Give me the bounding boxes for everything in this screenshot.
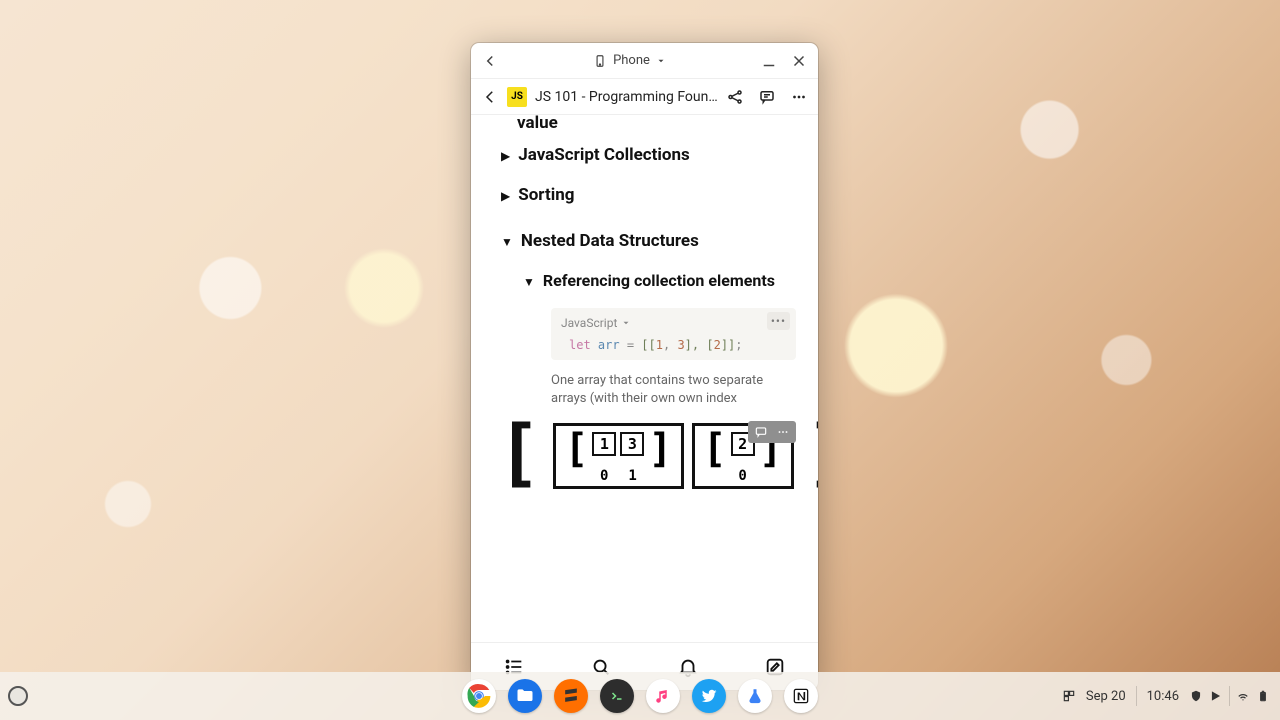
inner-array-1: [ 1 3 ] 0 1: [553, 423, 683, 489]
diagram-block[interactable]: [ [ 1 3 ]: [551, 423, 796, 489]
heading-refcoll: Referencing collection elements: [543, 271, 775, 290]
code-language-picker[interactable]: JavaScript: [561, 316, 786, 330]
share-button[interactable]: [726, 88, 744, 106]
battery-icon: [1256, 689, 1270, 703]
page-title[interactable]: JS 101 - Programming Foun…: [535, 89, 718, 105]
diagram-cell: 3: [620, 432, 644, 456]
shelf-pinned-apps: [462, 679, 818, 713]
app-chrome[interactable]: [462, 679, 496, 713]
app-files[interactable]: [508, 679, 542, 713]
page-icon: JS: [507, 87, 527, 107]
play-icon: [1209, 689, 1223, 703]
toggle-triangle-icon[interactable]: [523, 275, 535, 289]
device-label: Phone: [613, 53, 650, 68]
app-twitter[interactable]: [692, 679, 726, 713]
diagram-hover-actions[interactable]: [748, 421, 796, 443]
heading-sorting: Sorting: [518, 185, 574, 205]
chevron-down-icon: [621, 318, 631, 328]
bracket-right-icon: ]: [806, 423, 818, 483]
nav-back-button[interactable]: [481, 52, 499, 70]
status-date: Sep 20: [1086, 689, 1126, 704]
toggle-refcoll[interactable]: Referencing collection elements: [523, 259, 796, 298]
minimize-button[interactable]: [760, 52, 778, 70]
os-shelf: Sep 20 10:46: [0, 672, 1280, 720]
heading-nested: Nested Data Structures: [521, 231, 699, 251]
diagram-index: 1: [628, 468, 636, 484]
comments-button[interactable]: [758, 88, 776, 106]
overview-icon[interactable]: [1062, 689, 1076, 703]
phone-app-window: Phone JS JS 101 - Programming Foun…: [471, 43, 818, 690]
desktop-background: Phone JS JS 101 - Programming Foun…: [0, 0, 1280, 720]
page-header: JS JS 101 - Programming Foun…: [471, 79, 818, 115]
toggle-js-collections[interactable]: JavaScript Collections: [501, 133, 796, 173]
comment-icon[interactable]: [754, 425, 768, 439]
toggle-triangle-icon[interactable]: [501, 189, 510, 203]
code-caption: One array that contains two separate arr…: [523, 366, 796, 415]
app-sublime[interactable]: [554, 679, 588, 713]
toggle-triangle-icon[interactable]: [501, 235, 513, 249]
status-time: 10:46: [1147, 689, 1179, 704]
wifi-icon: [1236, 689, 1250, 703]
diagram-index: 0: [738, 468, 746, 484]
bracket-left-icon: [: [497, 423, 542, 483]
toggle-sorting[interactable]: Sorting: [501, 173, 796, 213]
shelf-status-area[interactable]: Sep 20 10:46: [1062, 672, 1270, 720]
app-terminal[interactable]: [600, 679, 634, 713]
close-button[interactable]: [790, 52, 808, 70]
toggle-nested[interactable]: Nested Data Structures: [501, 213, 796, 259]
diagram-cell: 1: [592, 432, 616, 456]
more-button[interactable]: [790, 88, 808, 106]
window-titlebar: Phone: [471, 43, 818, 79]
device-picker[interactable]: Phone: [593, 53, 666, 68]
code-block[interactable]: JavaScript ••• let arr = [[1, 3], [2]];: [551, 308, 796, 360]
code-content[interactable]: let arr = [[1, 3], [2]];: [561, 338, 786, 352]
toggle-triangle-icon[interactable]: [501, 149, 510, 163]
app-lab[interactable]: [738, 679, 772, 713]
page-content[interactable]: value JavaScript Collections Sorting Nes…: [471, 115, 818, 642]
heading-prev-tail: value: [501, 115, 796, 133]
launcher-button[interactable]: [8, 686, 28, 706]
app-music[interactable]: [646, 679, 680, 713]
heading-js-collections: JavaScript Collections: [518, 145, 690, 165]
more-icon[interactable]: [776, 425, 790, 439]
chevron-down-icon: [656, 56, 666, 66]
page-back-button[interactable]: [481, 88, 499, 106]
diagram-index: 0: [600, 468, 608, 484]
app-notion[interactable]: [784, 679, 818, 713]
code-more-button[interactable]: •••: [767, 312, 790, 330]
shield-icon: [1189, 689, 1203, 703]
